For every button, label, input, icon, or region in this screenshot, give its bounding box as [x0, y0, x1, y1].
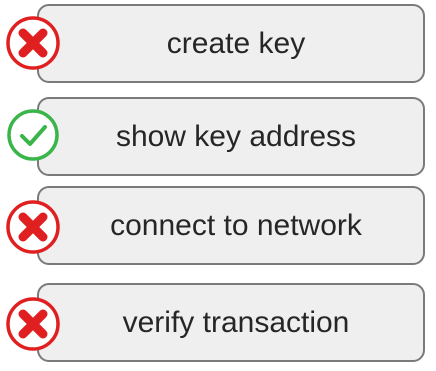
step-label: create key: [166, 26, 306, 60]
x-circle-icon: [4, 198, 62, 256]
x-circle-icon: [4, 295, 62, 353]
check-circle-icon: [4, 106, 62, 164]
step-box-show-key-address: show key address: [37, 97, 425, 176]
step-label: verify transaction: [122, 305, 350, 339]
x-circle-icon: [4, 14, 62, 72]
step-label: connect to network: [110, 208, 362, 242]
step-label: show key address: [115, 119, 357, 153]
step-box-create-key: create key: [37, 4, 425, 83]
step-box-connect-to-network: connect to network: [37, 186, 425, 265]
step-box-verify-transaction: verify transaction: [37, 283, 425, 362]
